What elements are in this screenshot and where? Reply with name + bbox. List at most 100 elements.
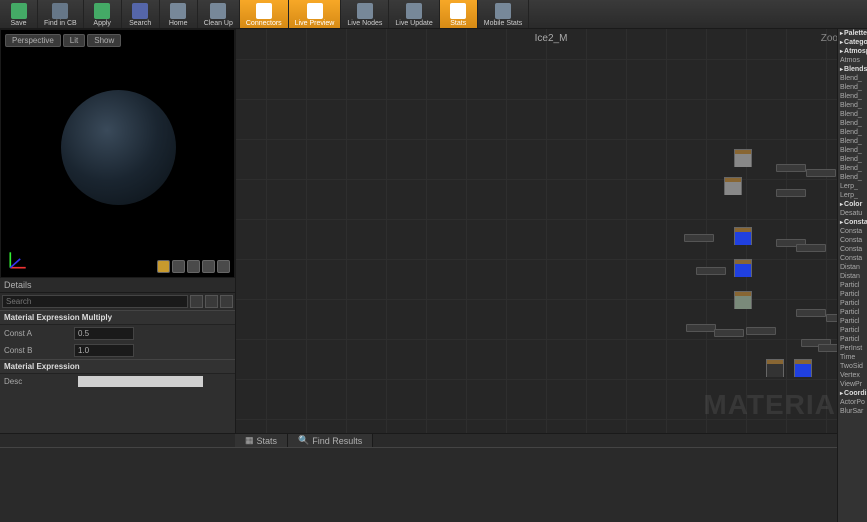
- search-input[interactable]: [2, 295, 188, 308]
- vp-tab-lit[interactable]: Lit: [63, 34, 85, 47]
- palette-item[interactable]: Lerp_: [838, 191, 867, 200]
- palette-group[interactable]: Blends: [838, 65, 867, 74]
- expression-node[interactable]: [696, 267, 726, 275]
- palette-item[interactable]: Distan: [838, 263, 867, 272]
- palette-item[interactable]: TwoSid: [838, 362, 867, 371]
- expression-node[interactable]: [686, 324, 716, 332]
- palette-palette[interactable]: Palette: [838, 29, 867, 38]
- palette-item[interactable]: Blend_: [838, 74, 867, 83]
- texture-node[interactable]: [734, 291, 752, 309]
- palette-item[interactable]: Consta: [838, 254, 867, 263]
- palette-item[interactable]: ActorPo: [838, 398, 867, 407]
- palette-item[interactable]: ViewPr: [838, 380, 867, 389]
- graph-canvas[interactable]: Ice2_M Zoom -6 MATERIAL ➤: [235, 29, 867, 433]
- stats-icon: [450, 3, 466, 19]
- palette-item[interactable]: Particl: [838, 299, 867, 308]
- vp-tool-5[interactable]: [217, 260, 230, 273]
- texture-node[interactable]: [734, 259, 752, 277]
- palette-item[interactable]: Particl: [838, 317, 867, 326]
- toolbar-live-preview[interactable]: Live Preview: [289, 0, 342, 28]
- section-expression[interactable]: Material Expression: [0, 359, 235, 374]
- val-const-b[interactable]: 1.0: [74, 344, 134, 357]
- toolbar-find-in-cb[interactable]: Find in CB: [38, 0, 84, 28]
- palette-item[interactable]: Blend_: [838, 101, 867, 110]
- palette-item[interactable]: Consta: [838, 245, 867, 254]
- preview-viewport[interactable]: PerspectiveLitShow: [0, 29, 235, 278]
- texture-node[interactable]: [794, 359, 812, 377]
- eye-icon[interactable]: [220, 295, 233, 308]
- palette-item[interactable]: PerInst: [838, 344, 867, 353]
- details-header: Details: [0, 278, 235, 293]
- palette-item[interactable]: Particl: [838, 335, 867, 344]
- palette-item[interactable]: BlurSar: [838, 407, 867, 416]
- search-icon: [132, 3, 148, 19]
- palette-group[interactable]: Coordi: [838, 389, 867, 398]
- palette-item[interactable]: Desatu: [838, 209, 867, 218]
- expression-node[interactable]: [806, 169, 836, 177]
- palette-item[interactable]: Particl: [838, 290, 867, 299]
- expression-node[interactable]: [746, 327, 776, 335]
- palette-item[interactable]: Blend_: [838, 83, 867, 92]
- toolbar-apply[interactable]: Apply: [84, 0, 122, 28]
- palette-item[interactable]: Lerp_: [838, 182, 867, 191]
- section-multiply[interactable]: Material Expression Multiply: [0, 310, 235, 325]
- vp-tab-perspective[interactable]: Perspective: [5, 34, 61, 47]
- palette-item[interactable]: Blend_: [838, 92, 867, 101]
- palette-item[interactable]: Blend_: [838, 119, 867, 128]
- save-icon: [11, 3, 27, 19]
- expression-node[interactable]: [796, 309, 826, 317]
- vp-tool-3[interactable]: [187, 260, 200, 273]
- palette-group[interactable]: Atmosp: [838, 47, 867, 56]
- palette-item[interactable]: Blend_: [838, 155, 867, 164]
- expression-node[interactable]: [776, 189, 806, 197]
- filter-icon[interactable]: [205, 295, 218, 308]
- palette-item[interactable]: Consta: [838, 227, 867, 236]
- toolbar-connectors[interactable]: Connectors: [240, 0, 289, 28]
- toolbar-live-update[interactable]: Live Update: [389, 0, 439, 28]
- toolbar-mobile-stats[interactable]: Mobile Stats: [478, 0, 530, 28]
- palette-item[interactable]: Particl: [838, 308, 867, 317]
- search-icon[interactable]: [190, 295, 203, 308]
- palette-item[interactable]: Blend_: [838, 128, 867, 137]
- palette-item[interactable]: Distan: [838, 272, 867, 281]
- texture-node[interactable]: [724, 177, 742, 195]
- palette-item[interactable]: Blend_: [838, 137, 867, 146]
- toolbar-home[interactable]: Home: [160, 0, 198, 28]
- toolbar-clean-up[interactable]: Clean Up: [198, 0, 240, 28]
- left-panel: PerspectiveLitShow Details Material Expr…: [0, 29, 235, 433]
- palette-item[interactable]: Particl: [838, 326, 867, 335]
- details-panel: Details Material Expression Multiply Con…: [0, 278, 235, 433]
- palette-item[interactable]: Blend_: [838, 173, 867, 182]
- palette-item[interactable]: Blend_: [838, 146, 867, 155]
- texture-node[interactable]: [734, 227, 752, 245]
- vp-tab-show[interactable]: Show: [87, 34, 121, 47]
- palette-category[interactable]: Category: [838, 38, 867, 47]
- palette-item[interactable]: Atmos: [838, 56, 867, 65]
- vp-tool-2[interactable]: [172, 260, 185, 273]
- palette-item[interactable]: Blend_: [838, 164, 867, 173]
- tab-stats[interactable]: ▦Stats: [235, 434, 288, 447]
- toolbar-live-nodes[interactable]: Live Nodes: [341, 0, 389, 28]
- expression-node[interactable]: [714, 329, 744, 337]
- palette-group[interactable]: Color: [838, 200, 867, 209]
- palette-group[interactable]: Consta: [838, 218, 867, 227]
- texture-node[interactable]: [766, 359, 784, 377]
- expression-node[interactable]: [684, 234, 714, 242]
- expression-node[interactable]: [796, 244, 826, 252]
- palette-item[interactable]: Vertex: [838, 371, 867, 380]
- tab-find[interactable]: 🔍Find Results: [288, 434, 373, 447]
- vp-tool-4[interactable]: [202, 260, 215, 273]
- vp-tool-1[interactable]: [157, 260, 170, 273]
- palette-item[interactable]: Time: [838, 353, 867, 362]
- desc-input[interactable]: [78, 376, 203, 387]
- toolbar-save[interactable]: Save: [0, 0, 38, 28]
- texture-node[interactable]: [734, 149, 752, 167]
- expression-node[interactable]: [776, 164, 806, 172]
- palette-item[interactable]: Particl: [838, 281, 867, 290]
- toolbar-search[interactable]: Search: [122, 0, 160, 28]
- axis-gizmo: [7, 249, 29, 271]
- val-const-a[interactable]: 0.5: [74, 327, 134, 340]
- toolbar-stats[interactable]: Stats: [440, 0, 478, 28]
- palette-item[interactable]: Consta: [838, 236, 867, 245]
- palette-item[interactable]: Blend_: [838, 110, 867, 119]
